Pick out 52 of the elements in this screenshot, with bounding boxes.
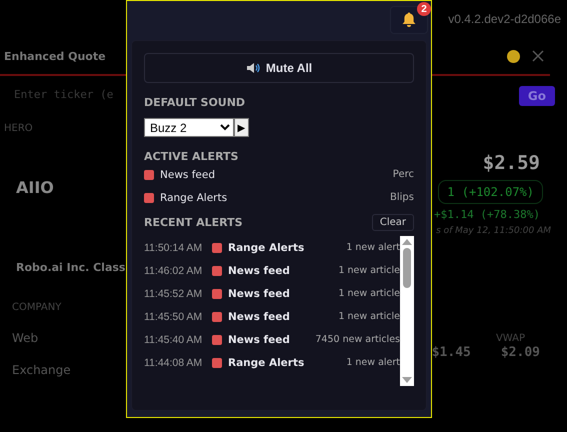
alert-name: Range Alerts [160, 192, 228, 204]
alert-time: 11:46:02 AM [144, 264, 204, 276]
clear-button[interactable]: Clear [372, 214, 414, 231]
alert-name: News feed [160, 168, 216, 180]
after-hours-change: +$1.14 (+78.38%) [434, 208, 540, 221]
coin-icon [507, 50, 520, 62]
scroll-up-icon[interactable] [402, 239, 412, 245]
alert-time: 11:45:50 AM [144, 310, 204, 322]
alert-name: News feed [228, 264, 291, 276]
ticker-symbol: AIIO [16, 178, 55, 197]
close-icon[interactable] [532, 50, 544, 62]
section-heading: DEFAULT SOUND [144, 96, 246, 109]
alert-name: News feed [228, 288, 291, 300]
speaker-icon [246, 62, 260, 74]
scrollbar[interactable] [400, 236, 414, 386]
alert-detail: 7450 new articles [315, 334, 400, 345]
alert-detail: 1 new article [338, 288, 400, 299]
scrollbar-thumb[interactable] [403, 248, 411, 288]
low-value: $1.45 [432, 345, 471, 360]
section-label: COMPANY [12, 302, 62, 313]
alert-detail: 1 new article [338, 265, 400, 276]
alert-detail: 1 new alert [346, 242, 400, 253]
alert-time: 11:45:52 AM [144, 288, 204, 300]
scroll-down-icon[interactable] [402, 377, 412, 383]
alert-sound: Perc [392, 169, 414, 180]
section-label: HERO [4, 123, 33, 134]
alert-name: Range Alerts [228, 356, 306, 368]
bell-button[interactable] [390, 6, 428, 34]
alert-time: 11:50:14 AM [144, 242, 204, 254]
section-heading: RECENT ALERTS [144, 216, 243, 229]
sound-dropdown[interactable]: Buzz 2 [144, 118, 234, 137]
alert-detail: 1 new article [338, 311, 400, 322]
bell-icon [400, 11, 418, 29]
mute-all-button[interactable]: Mute All [144, 53, 414, 83]
alert-name: Range Alerts [228, 242, 306, 254]
alert-sound: Blips [390, 192, 414, 203]
version-label: v0.4.2.dev2-d2d066e [448, 12, 561, 26]
notification-count-badge: 2 [417, 2, 431, 16]
timestamp-text: s of May 12, 11:50:00 AM [436, 226, 551, 236]
alert-name: News feed [228, 310, 291, 322]
alert-detail: 1 new alert [346, 357, 400, 368]
vwap-label: VWAP [496, 333, 525, 344]
section-heading: ACTIVE ALERTS [144, 150, 240, 163]
alert-name: News feed [228, 334, 291, 346]
price-value: $2.59 [482, 152, 540, 174]
field-label: Exchange [12, 363, 72, 377]
alert-time: 11:44:08 AM [144, 356, 204, 368]
play-button[interactable]: ▶ [234, 118, 249, 137]
vwap-value: $2.09 [500, 345, 540, 360]
panel-title: Enhanced Quote [4, 50, 107, 62]
alert-time: 11:45:40 AM [144, 334, 204, 346]
change-badge: 1 (+102.07%) [438, 180, 543, 204]
